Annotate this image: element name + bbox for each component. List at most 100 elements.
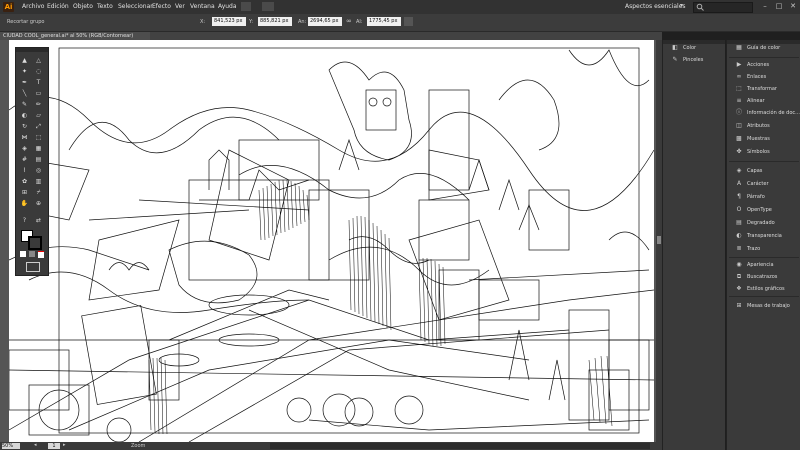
pen-tool-icon[interactable]: ✒ bbox=[19, 78, 30, 87]
symbols-icon: ✤ bbox=[736, 148, 742, 155]
document-tab[interactable]: CIUDAD COOL_general.ai* al 50% (RGB/Cont… bbox=[0, 32, 150, 40]
panel-tab-artboards[interactable]: ⊞ Mesas de trabajo bbox=[727, 300, 800, 312]
panel-tab-pathfinder[interactable]: ⧉ Buscatrazos bbox=[727, 271, 800, 283]
zoom-tool-icon[interactable]: ⊕ bbox=[33, 199, 44, 208]
menu-texto[interactable]: Texto bbox=[97, 3, 113, 10]
hand-tool-icon[interactable]: ✋ bbox=[19, 199, 30, 208]
width-field[interactable]: 2694,65 px bbox=[308, 17, 342, 26]
minimize-icon[interactable]: – bbox=[760, 2, 770, 11]
chevron-down-icon[interactable]: ▾ bbox=[680, 2, 683, 9]
artboards-icon: ⊞ bbox=[736, 302, 742, 309]
eraser-tool-icon[interactable]: ▱ bbox=[33, 111, 44, 120]
panel-tab-graphic-styles[interactable]: ❖ Estilos gráficos bbox=[727, 283, 800, 295]
rectangle-tool-icon[interactable]: ▭ bbox=[33, 89, 44, 98]
slice-tool-icon[interactable]: ⌿ bbox=[33, 188, 44, 197]
stroke-color-swatch[interactable] bbox=[28, 236, 42, 250]
brush-icon: ✎ bbox=[672, 56, 678, 63]
panel-tab-appearance[interactable]: ◉ Apariencia bbox=[727, 259, 800, 271]
panel-tab-character[interactable]: A Carácter bbox=[727, 178, 800, 190]
next-artboard-icon[interactable]: ▸ bbox=[63, 442, 66, 448]
panel-tab-transform[interactable]: ⬚ Transformar bbox=[727, 83, 800, 95]
toolbox-header[interactable] bbox=[16, 48, 48, 52]
y-field[interactable]: 885,821 px bbox=[258, 17, 292, 26]
layers-icon: ◈ bbox=[736, 167, 742, 174]
width-tool-icon[interactable]: ⋈ bbox=[19, 133, 30, 142]
panel-tab-attributes[interactable]: ◫ Atributos bbox=[727, 120, 800, 132]
line-tool-icon[interactable]: ╲ bbox=[19, 89, 30, 98]
panel-tab-opentype[interactable]: O OpenType bbox=[727, 204, 800, 216]
panel-tab-links[interactable]: ∞ Enlaces bbox=[727, 71, 800, 83]
zoom-field[interactable]: 50% bbox=[2, 443, 20, 449]
artboard-tool-icon[interactable]: ⊞ bbox=[19, 188, 30, 197]
arrange-documents-icon[interactable] bbox=[262, 2, 274, 11]
eyedropper-tool-icon[interactable]: ⌇ bbox=[19, 166, 30, 175]
symbol-sprayer-tool-icon[interactable]: ✿ bbox=[19, 177, 30, 186]
menu-archivo[interactable]: Archivo bbox=[22, 3, 44, 10]
panel-tab-swatches[interactable]: ▩ Muestras bbox=[727, 133, 800, 145]
menu-seleccionar[interactable]: Seleccionar bbox=[118, 3, 153, 10]
x-label: X: bbox=[200, 19, 206, 25]
panel-tab-gradient[interactable]: ▤ Degradado bbox=[727, 217, 800, 229]
gradient-mode-icon[interactable] bbox=[29, 251, 35, 257]
prev-artboard-icon[interactable]: ◂ bbox=[34, 442, 37, 448]
direct-selection-tool-icon[interactable]: △ bbox=[33, 56, 44, 65]
selection-tool-icon[interactable]: ▲ bbox=[19, 56, 30, 65]
blend-tool-icon[interactable]: ◎ bbox=[33, 166, 44, 175]
menu-edicion[interactable]: Edición bbox=[47, 3, 69, 10]
character-icon: A bbox=[736, 180, 742, 187]
color-mode-icon[interactable] bbox=[20, 251, 26, 257]
panel-tab-stroke[interactable]: ≣ Trazo bbox=[727, 243, 800, 255]
artboard-number-field[interactable]: 1 bbox=[48, 443, 60, 449]
status-label[interactable]: Zoom bbox=[131, 443, 145, 449]
transform-options-icon[interactable] bbox=[404, 17, 413, 26]
column-graph-tool-icon[interactable]: ▥ bbox=[33, 177, 44, 186]
w-label: An: bbox=[298, 19, 307, 25]
panel-tab-brushes[interactable]: ✎ Pinceles bbox=[663, 54, 725, 66]
panel-tab-document-info[interactable]: ⓘ Información de doc... bbox=[727, 107, 800, 119]
panel-tab-color[interactable]: ◧ Color bbox=[663, 42, 725, 54]
menu-ver[interactable]: Ver bbox=[175, 3, 185, 10]
blob-brush-tool-icon[interactable]: ◐ bbox=[19, 111, 30, 120]
panel-tab-align[interactable]: ≡ Alinear bbox=[727, 95, 800, 107]
artboard[interactable] bbox=[9, 40, 654, 442]
maximize-icon[interactable]: □ bbox=[774, 2, 784, 11]
bridge-icon[interactable] bbox=[241, 2, 251, 11]
close-icon[interactable]: ✕ bbox=[788, 2, 798, 11]
artwork-outlines[interactable] bbox=[9, 40, 654, 442]
panel-tab-color-guide[interactable]: ▦ Guía de color bbox=[727, 42, 800, 54]
screen-mode-icon[interactable] bbox=[26, 262, 40, 272]
pencil-tool-icon[interactable]: ✏ bbox=[33, 100, 44, 109]
stroke-icon: ≣ bbox=[736, 245, 742, 252]
panel-tab-layers[interactable]: ◈ Capas bbox=[727, 165, 800, 177]
none-mode-icon[interactable] bbox=[38, 251, 44, 258]
link-icon[interactable]: ∞ bbox=[346, 17, 352, 25]
panel-tab-paragraph[interactable]: ¶ Párrafo bbox=[727, 191, 800, 203]
rotate-tool-icon[interactable]: ↻ bbox=[19, 122, 30, 131]
perspective-grid-tool-icon[interactable]: ▦ bbox=[33, 144, 44, 153]
menu-efecto[interactable]: Efecto bbox=[152, 3, 171, 10]
horizontal-scrollbar[interactable] bbox=[270, 443, 650, 449]
gradient-tool-icon[interactable]: ▤ bbox=[33, 155, 44, 164]
free-transform-tool-icon[interactable]: ⬚ bbox=[33, 133, 44, 142]
menu-objeto[interactable]: Objeto bbox=[73, 3, 93, 10]
menu-ayuda[interactable]: Ayuda bbox=[218, 3, 237, 10]
menu-ventana[interactable]: Ventana bbox=[190, 3, 215, 10]
vertical-scroll-thumb[interactable] bbox=[657, 236, 661, 244]
panel-tab-transparency[interactable]: ◐ Transparencia bbox=[727, 230, 800, 242]
panel-tab-actions[interactable]: ▶ Acciones bbox=[727, 59, 800, 71]
shape-builder-tool-icon[interactable]: ◈ bbox=[19, 144, 30, 153]
crop-group-label[interactable]: Recortar grupo bbox=[7, 19, 45, 25]
swap-colors-icon[interactable]: ⇄ bbox=[33, 216, 44, 225]
mesh-tool-icon[interactable]: # bbox=[19, 155, 30, 164]
lasso-tool-icon[interactable]: ◌ bbox=[33, 67, 44, 76]
magic-wand-tool-icon[interactable]: ✦ bbox=[19, 67, 30, 76]
help-icon[interactable]: ? bbox=[19, 216, 30, 225]
height-field[interactable]: 1775,45 px bbox=[367, 17, 401, 26]
paintbrush-tool-icon[interactable]: ✎ bbox=[19, 100, 30, 109]
type-tool-icon[interactable]: T bbox=[33, 78, 44, 87]
workspace-switcher[interactable]: Aspectos esenciales bbox=[625, 3, 686, 10]
search-input[interactable] bbox=[693, 2, 753, 13]
scale-tool-icon[interactable]: ⤢ bbox=[33, 122, 44, 131]
x-field[interactable]: 841,523 px bbox=[212, 17, 246, 26]
panel-tab-symbols[interactable]: ✤ Símbolos bbox=[727, 146, 800, 158]
